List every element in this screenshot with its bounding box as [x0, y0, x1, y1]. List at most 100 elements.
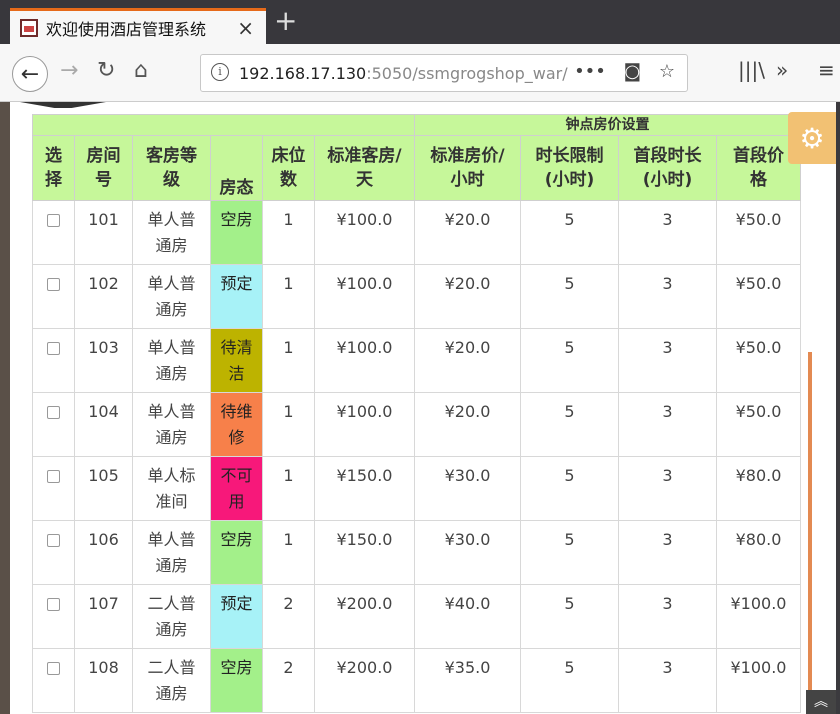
settings-gear-icon[interactable]: ⚙	[788, 112, 836, 164]
room-state-line: 空房	[220, 658, 253, 677]
column-header-line: 客房等	[146, 146, 197, 166]
first-duration: 3	[618, 200, 717, 265]
select-cell	[32, 328, 75, 393]
back-arrow-icon[interactable]: ←	[12, 56, 48, 92]
group-header: 钟点房价设置	[414, 114, 801, 136]
room-level-line: 通房	[155, 684, 188, 703]
first-price: ¥50.0	[716, 264, 801, 329]
column-header-line: 房态	[219, 178, 254, 198]
first-price: ¥50.0	[716, 200, 801, 265]
url-bar[interactable]: i 192.168.17.130:5050/ssmgrogshop_war/ •…	[200, 54, 688, 92]
room-state: 预定	[210, 264, 263, 329]
home-icon[interactable]: ⌂	[134, 58, 148, 83]
room-state: 待维修	[210, 392, 263, 457]
first-duration: 3	[618, 328, 717, 393]
standard-day-price: ¥100.0	[314, 328, 415, 393]
table-row: 105 单人标 准间 不可用 1 ¥150.0 ¥30.0 5 3 ¥80.0	[32, 456, 801, 521]
row-checkbox[interactable]	[47, 534, 60, 547]
reload-icon[interactable]: ↻	[97, 58, 115, 83]
room-level-line: 通房	[155, 620, 188, 639]
row-checkbox[interactable]	[47, 214, 60, 227]
row-checkbox[interactable]	[47, 278, 60, 291]
bed-count: 1	[262, 264, 315, 329]
column-header: 标准客房/天	[314, 135, 415, 201]
standard-hour-price: ¥40.0	[414, 584, 521, 649]
new-tab-button[interactable]: +	[274, 6, 297, 36]
desktop-background	[0, 102, 10, 714]
tab-close-icon[interactable]: ×	[237, 16, 254, 40]
duration-limit: 5	[520, 648, 619, 713]
room-number: 103	[74, 328, 133, 393]
url-text[interactable]: 192.168.17.130:5050/ssmgrogshop_war/	[239, 64, 569, 83]
standard-day-price: ¥100.0	[314, 264, 415, 329]
first-price: ¥80.0	[716, 456, 801, 521]
pocket-icon[interactable]: ◙	[624, 61, 641, 82]
room-level: 二人普 通房	[132, 584, 211, 649]
room-number: 107	[74, 584, 133, 649]
room-state-line: 修	[228, 428, 245, 447]
duration-limit: 5	[520, 456, 619, 521]
table-row: 106 单人普 通房 空房 1 ¥150.0 ¥30.0 5 3 ¥80.0	[32, 520, 801, 585]
favicon-icon	[20, 18, 38, 37]
table-row: 103 单人普 通房 待清洁 1 ¥100.0 ¥20.0 5 3 ¥50.0	[32, 328, 801, 393]
column-header-line: 选	[45, 146, 62, 166]
forward-arrow-icon[interactable]: →	[60, 58, 78, 83]
room-state-line: 预定	[220, 274, 253, 293]
room-state-line: 不可	[220, 466, 253, 485]
row-checkbox[interactable]	[47, 406, 60, 419]
row-checkbox[interactable]	[47, 470, 60, 483]
page-actions-icon[interactable]: •••	[574, 61, 606, 82]
room-level: 单人普 通房	[132, 520, 211, 585]
scrollbar[interactable]	[808, 352, 812, 714]
duration-limit: 5	[520, 584, 619, 649]
room-level: 单人标 准间	[132, 456, 211, 521]
table-row: 107 二人普 通房 预定 2 ¥200.0 ¥40.0 5 3 ¥100.0	[32, 584, 801, 649]
bed-count: 1	[262, 328, 315, 393]
info-icon[interactable]: i	[211, 63, 229, 81]
column-header-line: 首段时长	[633, 146, 702, 166]
room-state: 空房	[210, 200, 263, 265]
browser-tab[interactable]: 欢迎使用酒店管理系统 ×	[10, 8, 266, 44]
first-price: ¥50.0	[716, 392, 801, 457]
row-checkbox[interactable]	[47, 598, 60, 611]
standard-hour-price: ¥20.0	[414, 200, 521, 265]
row-checkbox[interactable]	[47, 342, 60, 355]
column-header-line: 天	[356, 170, 373, 190]
table-row: 108 二人普 通房 空房 2 ¥200.0 ¥35.0 5 3 ¥100.0	[32, 648, 801, 713]
duration-limit: 5	[520, 328, 619, 393]
select-cell	[32, 520, 75, 585]
nav-dropdown-stub	[20, 102, 106, 108]
column-header: 时长限制 (小时)	[520, 135, 619, 201]
bed-count: 2	[262, 648, 315, 713]
table-row: 102 单人普 通房 预定 1 ¥100.0 ¥20.0 5 3 ¥50.0	[32, 264, 801, 329]
room-price-table: 钟点房价设置 选择房间号客房等级房态 床位数标准客房/天标准房价/小时 时长限制 (小…	[32, 114, 801, 713]
duration-limit: 5	[520, 200, 619, 265]
overflow-icon[interactable]: »	[776, 58, 788, 82]
duration-limit: 5	[520, 264, 619, 329]
menu-icon[interactable]: ≡	[818, 58, 835, 82]
bed-count: 1	[262, 200, 315, 265]
room-state-line: 预定	[220, 594, 253, 613]
row-checkbox[interactable]	[47, 662, 60, 675]
star-icon[interactable]: ☆	[659, 61, 675, 82]
column-header: 客房等级	[132, 135, 211, 201]
room-state-line: 待维	[220, 402, 253, 421]
url-path: :5050/ssmgrogshop_war/	[366, 64, 568, 83]
tab-title: 欢迎使用酒店管理系统	[46, 19, 207, 39]
room-level-line: 单人普	[147, 402, 196, 421]
duration-limit: 5	[520, 520, 619, 585]
room-state: 待清洁	[210, 328, 263, 393]
room-state: 空房	[210, 648, 263, 713]
standard-hour-price: ¥30.0	[414, 520, 521, 585]
nav-bar: ← → ↻ ⌂ i 192.168.17.130:5050/ssmgrogsho…	[0, 44, 840, 102]
column-header: 首段时长 (小时)	[618, 135, 717, 201]
column-header-line: 床位	[271, 146, 306, 166]
scroll-to-top-button[interactable]: ︽	[806, 690, 836, 714]
room-state-line: 待清	[220, 338, 253, 357]
standard-day-price: ¥100.0	[314, 200, 415, 265]
first-price: ¥100.0	[716, 584, 801, 649]
room-level-line: 准间	[155, 492, 188, 511]
room-level-line: 二人普	[147, 594, 196, 613]
room-level-line: 单人普	[147, 530, 196, 549]
library-icon[interactable]: |||\	[738, 58, 765, 82]
